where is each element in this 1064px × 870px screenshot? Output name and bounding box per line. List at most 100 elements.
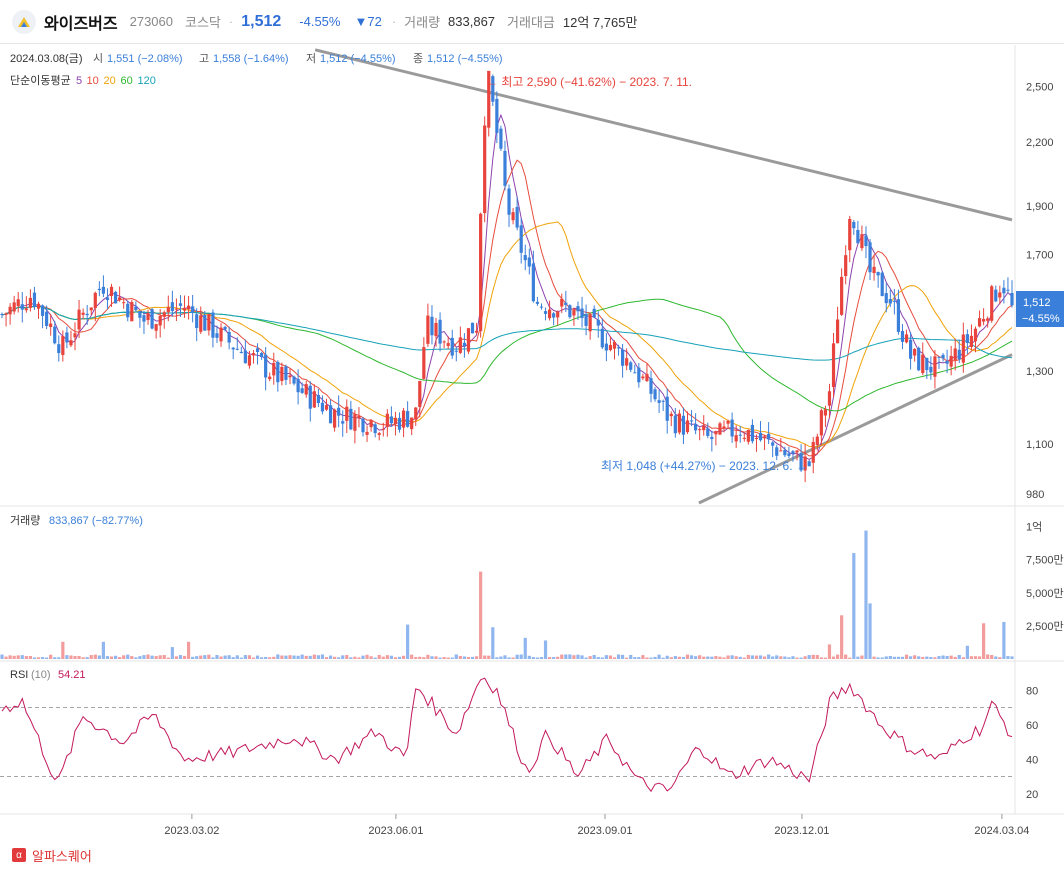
volume-bar	[572, 655, 576, 659]
volume-bar	[182, 655, 187, 659]
volume-bar	[1010, 656, 1014, 659]
candle-body	[109, 286, 114, 296]
volume-bar	[694, 656, 698, 659]
price-tick-label: 2,500	[1026, 81, 1054, 93]
candle-body	[24, 308, 28, 311]
volume-bar	[860, 655, 864, 659]
info-date: 2024.03.08(금)	[10, 53, 83, 65]
volume-bar	[186, 641, 191, 659]
candle-body	[714, 431, 718, 435]
candle-body	[353, 414, 357, 431]
candle-body	[495, 98, 499, 133]
volume-bar	[535, 657, 540, 659]
candle-body	[511, 212, 515, 221]
amount-value: 12억 7,765만	[562, 15, 638, 30]
chart-area[interactable]: 2,500 2,200 1,900 1,700 1,300 1,100 980 1억 7,500…	[0, 45, 1064, 845]
candle-body	[49, 323, 53, 328]
candle-body	[414, 407, 418, 420]
volume-bar	[36, 657, 41, 659]
candle-body	[211, 312, 215, 338]
candle-body	[665, 396, 669, 421]
current-tag-price: 1,512	[1023, 297, 1051, 309]
volume-bar	[458, 655, 462, 659]
candle-body	[941, 354, 945, 359]
candle-body	[515, 206, 519, 228]
volume-bar	[462, 656, 467, 659]
ma-legend-60: 60	[121, 75, 133, 87]
candle-body	[259, 352, 264, 358]
candle-body	[669, 413, 673, 417]
candle-body	[986, 318, 990, 321]
candle-body	[791, 451, 795, 454]
candle-body	[251, 353, 256, 356]
ma-legend-20: 20	[104, 75, 116, 87]
candle-body	[93, 292, 97, 309]
candle-body	[945, 360, 949, 364]
volume-bar	[689, 655, 694, 659]
candle-body	[527, 257, 531, 267]
price-tick-label: 1,900	[1026, 201, 1054, 213]
stock-chart-svg[interactable]: 2,500 2,200 1,900 1,700 1,300 1,100 980 1억 7,500…	[0, 45, 1064, 845]
info-open-label: 시	[93, 53, 103, 65]
candle-body	[673, 415, 677, 434]
candle-body	[767, 433, 771, 440]
volume-bar	[126, 654, 130, 659]
candle-body	[965, 334, 969, 343]
volume-bar	[272, 656, 276, 659]
volume-bar	[130, 656, 134, 659]
volume-bar	[775, 655, 779, 659]
volume-bar	[762, 656, 767, 659]
candle-body	[896, 299, 901, 332]
volume-bar	[929, 657, 933, 659]
volume-bar	[223, 655, 227, 659]
rsi-panel-label: RSI	[10, 669, 28, 681]
candle-body	[337, 407, 341, 416]
x-tick-label: 2023.03.02	[164, 825, 219, 837]
candle-body	[831, 343, 836, 388]
volume-bar	[393, 657, 398, 659]
volume-bar	[57, 657, 61, 659]
volume-bar	[892, 656, 896, 659]
volume-tick-label: 5,000만	[1026, 587, 1064, 600]
stock-name[interactable]: 와이즈버즈	[44, 10, 118, 34]
candle-body	[519, 225, 523, 253]
candle-body	[904, 334, 909, 343]
candle-body	[316, 395, 320, 404]
candle-body	[97, 288, 101, 291]
volume-bar	[227, 655, 231, 659]
candle-body	[576, 306, 580, 312]
footer-brand[interactable]: α 알파스퀘어	[12, 846, 92, 864]
candle-body	[864, 235, 868, 247]
candle-body	[462, 342, 467, 347]
volume-bar	[738, 656, 742, 659]
volume-bar	[385, 655, 389, 659]
volume-bar	[917, 656, 921, 659]
volume-bar	[361, 655, 365, 659]
candle-body	[937, 356, 941, 358]
volume-bar	[316, 655, 320, 659]
volume-bar	[89, 655, 93, 659]
candle-body	[543, 311, 548, 314]
candle-body	[195, 314, 199, 329]
candle-body	[775, 447, 779, 456]
candle-body	[649, 378, 653, 394]
rsi-tick-label: 60	[1026, 720, 1038, 732]
info-low-label: 저	[306, 52, 316, 65]
volume-bar	[207, 654, 211, 659]
volume-bar	[677, 656, 681, 659]
candle-body	[913, 348, 917, 356]
annotation-low: 최저 1,048 (+44.27%) − 2023. 12. 6. →	[601, 459, 808, 473]
volume-bar	[32, 657, 37, 659]
volume-bar	[105, 656, 110, 659]
candle-body	[77, 309, 81, 330]
volume-bar	[904, 654, 909, 659]
volume-tick-label: 2,500만	[1026, 620, 1064, 633]
candle-body	[612, 341, 617, 349]
candle-body	[629, 362, 633, 370]
candle-body	[645, 373, 649, 382]
candle-body	[734, 435, 738, 442]
candle-body	[710, 436, 714, 440]
volume-bar	[215, 655, 219, 659]
candle-body	[300, 388, 304, 393]
volume-bar	[552, 657, 556, 659]
